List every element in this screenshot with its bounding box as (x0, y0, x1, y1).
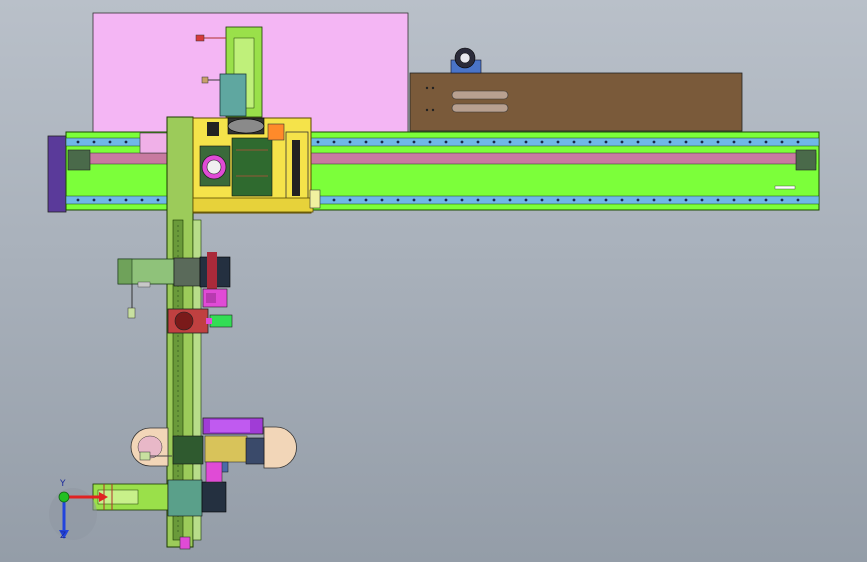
rail-hole (716, 198, 720, 202)
rail-hole (316, 140, 320, 144)
rail-hole (412, 198, 416, 202)
rail-hole (92, 140, 96, 144)
blue-gearmotor[interactable] (450, 47, 482, 74)
rail-hole (428, 198, 432, 202)
rail-hole (524, 198, 528, 202)
rail-hole (476, 140, 480, 144)
rail-hole (412, 140, 416, 144)
rail-hole (76, 140, 80, 144)
rail-hole (684, 198, 688, 202)
rail-hole (108, 140, 112, 144)
rail-hole (668, 198, 672, 202)
rail-hole (124, 140, 128, 144)
rail-hole (556, 198, 560, 202)
rail-hole (396, 198, 400, 202)
rail-hole (588, 140, 592, 144)
bottom-servo-motor[interactable] (92, 461, 227, 517)
rail-hole (780, 140, 784, 144)
rail-hole (780, 198, 784, 202)
rail-hole (572, 140, 576, 144)
rail-hole (540, 198, 544, 202)
rail-hole (604, 140, 608, 144)
rail-hole (652, 198, 656, 202)
rail-hole (444, 140, 448, 144)
rail-hole (700, 198, 704, 202)
rail-hole (732, 198, 736, 202)
rail-hole (652, 140, 656, 144)
rail-hole (348, 198, 352, 202)
rail-hole (460, 198, 464, 202)
rail-hole (636, 140, 640, 144)
rail-hole (332, 198, 336, 202)
rail-hole (540, 140, 544, 144)
rail-hole (156, 198, 160, 202)
brown-cover-plate[interactable] (409, 72, 743, 132)
rail-hole (620, 198, 624, 202)
rail-hole (492, 140, 496, 144)
carriage-assembly[interactable] (192, 117, 321, 214)
cad-model[interactable] (0, 0, 867, 562)
rail-hole (796, 140, 800, 144)
rail-hole (92, 198, 96, 202)
triad-y-label: Y (60, 479, 66, 489)
rail-hole (508, 140, 512, 144)
rail-hole (348, 140, 352, 144)
rail-hole (364, 198, 368, 202)
rail-hole (620, 140, 624, 144)
rail-stopper-block[interactable] (139, 132, 169, 154)
rail-hole (380, 198, 384, 202)
linear-rail-end-plate[interactable] (47, 135, 67, 213)
rail-hole (572, 198, 576, 202)
rail-hole (124, 198, 128, 202)
gearbox-housing[interactable] (167, 308, 233, 334)
rail-hole (764, 140, 768, 144)
rail-hole (716, 140, 720, 144)
cad-viewport[interactable]: Y Z (0, 0, 867, 562)
rail-hole (748, 140, 752, 144)
rail-hole (604, 198, 608, 202)
rail-hole (700, 140, 704, 144)
rail-hole (108, 198, 112, 202)
rail-hole (444, 198, 448, 202)
rail-hole (140, 198, 144, 202)
rail-hole (460, 140, 464, 144)
rail-hole (76, 198, 80, 202)
rail-hole (588, 198, 592, 202)
triad-z-label: Z (60, 531, 67, 541)
rail-hole (796, 198, 800, 202)
rail-hole (636, 198, 640, 202)
rail-hole (364, 140, 368, 144)
rail-hole (556, 140, 560, 144)
rail-hole (396, 140, 400, 144)
rail-hole (764, 198, 768, 202)
rail-hole (332, 140, 336, 144)
rail-hole (748, 198, 752, 202)
rail-hole (380, 140, 384, 144)
magenta-pulley[interactable] (202, 288, 228, 308)
rail-hole (668, 140, 672, 144)
rail-hole (732, 140, 736, 144)
rail-hole (476, 198, 480, 202)
rail-hole (524, 140, 528, 144)
rail-hole (684, 140, 688, 144)
rail-hole (428, 140, 432, 144)
rail-hole (492, 198, 496, 202)
rail-hole (508, 198, 512, 202)
